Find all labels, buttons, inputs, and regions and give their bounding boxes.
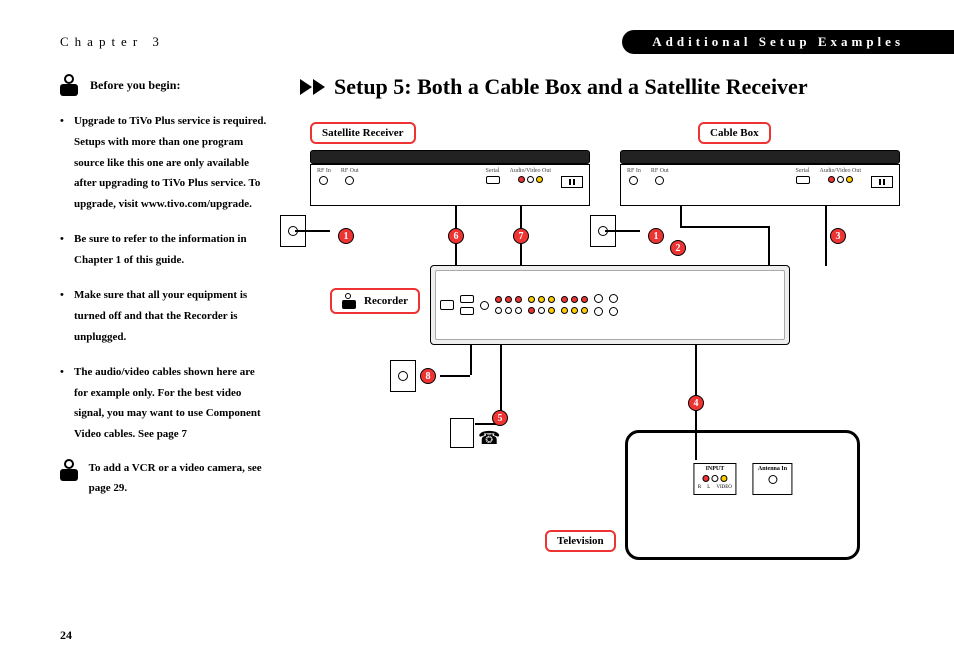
- port-label: R: [698, 485, 701, 490]
- add-vcr-note: To add a VCR or a video camera, see page…: [89, 459, 270, 499]
- port-label: Serial: [796, 168, 810, 174]
- chapter-label: Chapter 3: [60, 34, 165, 50]
- sidebar-bullet: Make sure that all your equipment is tur…: [60, 285, 270, 348]
- label-television: Television: [545, 530, 616, 552]
- phone-icon: ☎: [478, 428, 500, 449]
- port-label: RF In: [627, 168, 641, 174]
- port-label: Audio/Video Out: [820, 168, 861, 174]
- port-label: RF In: [317, 168, 331, 174]
- label-satellite: Satellite Receiver: [310, 122, 416, 144]
- cablebox-device: RF In RF Out Serial Audio/Video Out: [620, 150, 900, 206]
- page-number: 24: [60, 628, 72, 643]
- step-badge-7: 7: [513, 228, 529, 244]
- tv-input-label: INPUT: [706, 466, 725, 472]
- tivo-icon: [60, 459, 79, 481]
- section-label: Additional Setup Examples: [622, 30, 954, 54]
- label-text: Recorder: [364, 295, 408, 307]
- step-badge-3: 3: [830, 228, 846, 244]
- label-recorder: Recorder: [330, 288, 420, 314]
- tivo-icon: [60, 74, 82, 96]
- main-content: Setup 5: Both a Cable Box and a Satellit…: [300, 74, 904, 580]
- port-label: Audio/Video Out: [510, 168, 551, 174]
- step-badge-6: 6: [448, 228, 464, 244]
- television-device: INPUT R L VIDEO Antenna In: [625, 430, 860, 560]
- setup-title: Setup 5: Both a Cable Box and a Satellit…: [334, 74, 808, 100]
- arrows-icon: [300, 79, 326, 95]
- port-label: L: [707, 485, 710, 490]
- sidebar-bullet: The audio/video cables shown here are fo…: [60, 362, 270, 446]
- tv-antenna-label: Antenna In: [758, 466, 787, 472]
- page-header: Chapter 3 Additional Setup Examples: [60, 30, 904, 54]
- tivo-icon: [342, 293, 358, 309]
- recorder-device: [430, 265, 790, 345]
- step-badge-4: 4: [688, 395, 704, 411]
- step-badge-1b: 1: [648, 228, 664, 244]
- port-label: RF Out: [651, 168, 669, 174]
- port-label: Serial: [486, 168, 500, 174]
- wiring-diagram: Satellite Receiver RF In RF Out Serial A…: [300, 120, 900, 580]
- port-label: VIDEO: [716, 485, 732, 490]
- label-cablebox: Cable Box: [698, 122, 771, 144]
- step-badge-1: 1: [338, 228, 354, 244]
- before-begin-title: Before you begin:: [90, 74, 180, 97]
- port-label: RF Out: [341, 168, 359, 174]
- sidebar-bullet: Upgrade to TiVo Plus service is required…: [60, 111, 270, 215]
- phone-jack: [450, 418, 474, 448]
- satellite-device: RF In RF Out Serial Audio/Video Out: [310, 150, 590, 206]
- step-badge-5: 5: [492, 410, 508, 426]
- sidebar: Before you begin: Upgrade to TiVo Plus s…: [60, 74, 270, 580]
- sidebar-bullet: Be sure to refer to the information in C…: [60, 229, 270, 271]
- step-badge-8: 8: [420, 368, 436, 384]
- power-outlet: [390, 360, 416, 392]
- step-badge-2: 2: [670, 240, 686, 256]
